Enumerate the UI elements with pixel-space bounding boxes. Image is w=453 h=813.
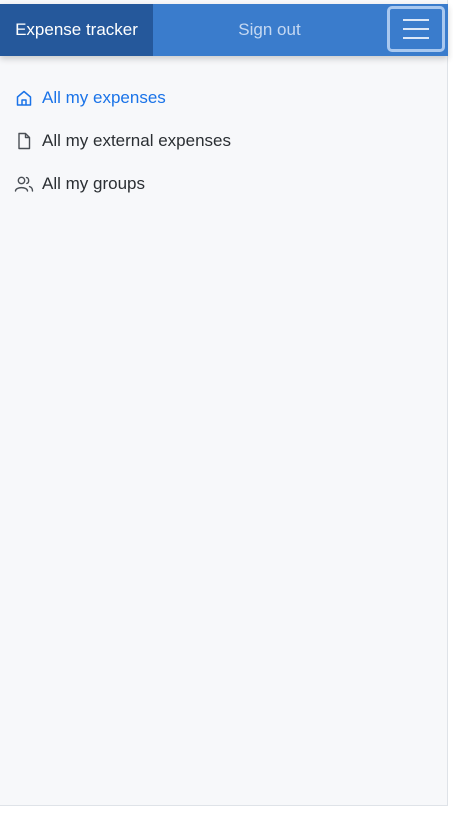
sidebar-item-label: All my external expenses xyxy=(42,130,231,150)
menu-toggle-button[interactable] xyxy=(387,6,445,52)
file-icon xyxy=(14,131,34,151)
top-navbar: Expense tracker Sign out xyxy=(0,4,448,56)
sidebar-item-all-my-expenses[interactable]: All my expenses xyxy=(14,76,231,119)
sign-out-button[interactable]: Sign out xyxy=(153,4,386,56)
sidebar-item-label: All my expenses xyxy=(42,87,166,107)
users-icon xyxy=(14,174,34,194)
sidebar-item-all-my-groups[interactable]: All my groups xyxy=(14,162,231,205)
hamburger-menu-icon xyxy=(403,19,429,39)
brand-title[interactable]: Expense tracker xyxy=(0,4,153,56)
app-container: Expense tracker Sign out All my expenses xyxy=(0,0,448,806)
sidebar-nav: All my expenses All my external expenses xyxy=(14,76,231,205)
sidebar-item-label: All my groups xyxy=(42,173,145,193)
sidebar-item-all-my-external-expenses[interactable]: All my external expenses xyxy=(14,119,231,162)
home-icon xyxy=(14,88,34,108)
